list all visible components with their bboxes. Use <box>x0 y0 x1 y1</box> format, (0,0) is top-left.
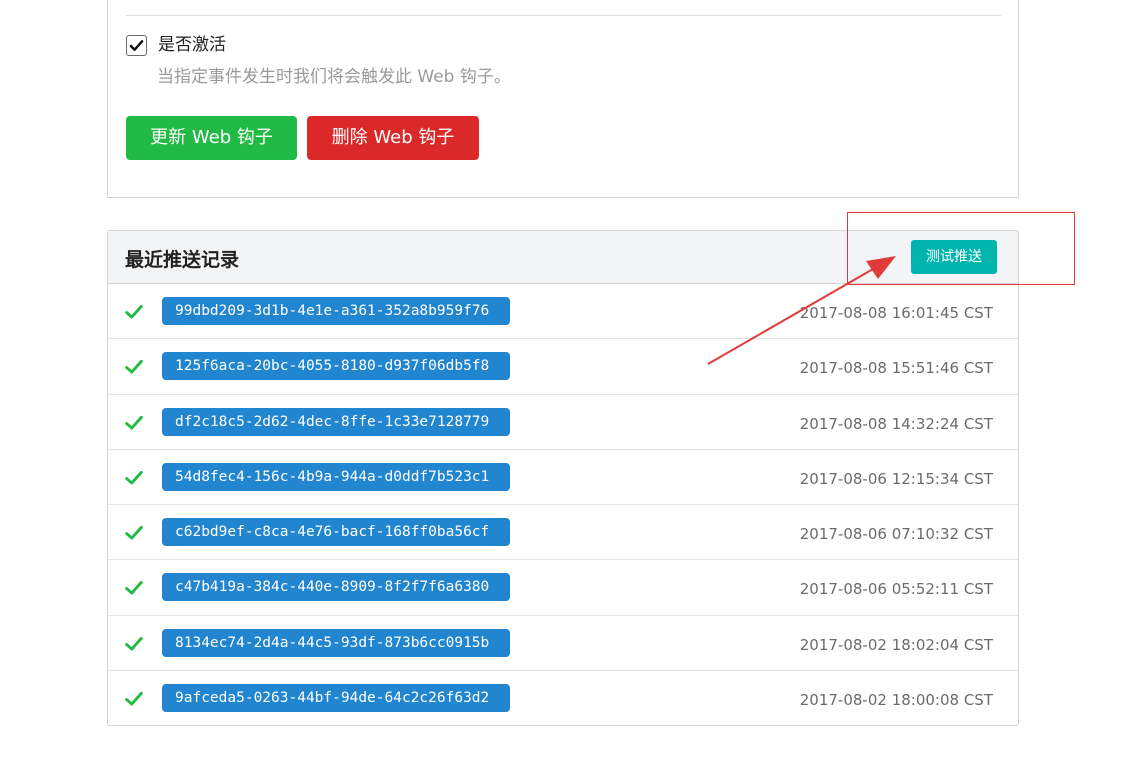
delete-webhook-button[interactable]: 删除 Web 钩子 <box>307 116 479 160</box>
active-label: 是否激活 <box>158 35 226 55</box>
check-icon <box>125 415 143 430</box>
update-webhook-button[interactable]: 更新 Web 钩子 <box>126 116 297 160</box>
check-icon <box>125 581 143 596</box>
deliveries-title: 最近推送记录 <box>125 249 240 271</box>
delivery-uuid-label[interactable]: 8134ec74-2d4a-44c5-93df-873b6cc0915b <box>162 628 510 657</box>
webhook-settings-panel <box>107 0 1019 198</box>
delivery-time: 2017-08-02 18:00:08 CST <box>799 691 993 710</box>
delivery-row: c62bd9ef-c8ca-4e76-bacf-168ff0ba56cf 2017… <box>108 505 1018 561</box>
delivery-row: 125f6aca-20bc-4055-8180-d937f06db5f8 2017… <box>108 339 1018 395</box>
check-icon <box>125 526 143 540</box>
delivery-uuid-label[interactable]: c47b419a-384c-440e-8909-8f2f7f6a6380 <box>162 573 510 602</box>
check-icon <box>125 636 143 651</box>
delivery-time: 2017-08-08 14:32:24 CST <box>799 414 993 433</box>
delivery-uuid-label[interactable]: 54d8fec4-156c-4b9a-944a-d0ddf7b523c1 <box>162 462 510 491</box>
delivery-time: 2017-08-06 07:10:32 CST <box>799 525 993 544</box>
check-icon <box>125 360 143 374</box>
delivery-time: 2017-08-08 15:51:46 CST <box>799 359 993 378</box>
check-icon <box>125 304 143 319</box>
check-icon <box>125 691 143 706</box>
delivery-uuid-label[interactable]: 99dbd209-3d1b-4e1e-a361-352a8b959f76 <box>162 297 510 325</box>
delivery-time: 2017-08-06 12:15:34 CST <box>799 469 993 488</box>
delivery-row: 99dbd209-3d1b-4e1e-a361-352a8b959f76 2017… <box>108 284 1018 340</box>
checkmark-icon <box>129 40 144 51</box>
delivery-row: 54d8fec4-156c-4b9a-944a-d0ddf7b523c1 2017… <box>108 450 1018 506</box>
check-icon <box>125 470 143 485</box>
webhook-settings-page: 是否激活 当指定事件发生时我们将会触发此 Web 钩子。 更新 Web 钩子 删… <box>0 0 1124 766</box>
delivery-uuid-label[interactable]: 125f6aca-20bc-4055-8180-d937f06db5f8 <box>162 352 510 381</box>
deliveries-header: 最近推送记录 测试推送 <box>108 231 1018 284</box>
delivery-row: c47b419a-384c-440e-8909-8f2f7f6a6380 2017… <box>108 560 1018 616</box>
delivery-row: df2c18c5-2d62-4dec-8ffe-1c33e7128779 2017… <box>108 395 1018 450</box>
delivery-uuid-label[interactable]: df2c18c5-2d62-4dec-8ffe-1c33e7128779 <box>162 407 510 436</box>
delivery-time: 2017-08-06 05:52:11 CST <box>799 580 993 599</box>
delivery-uuid-label[interactable]: 9afceda5-0263-44bf-94de-64c2c26f63d2 <box>162 684 510 713</box>
delivery-list: 99dbd209-3d1b-4e1e-a361-352a8b959f76 2017… <box>108 284 1018 725</box>
active-help-text: 当指定事件发生时我们将会触发此 Web 钩子。 <box>157 67 511 87</box>
active-checkbox[interactable] <box>126 35 147 56</box>
test-delivery-button[interactable]: 测试推送 <box>911 240 997 274</box>
recent-deliveries-panel: 最近推送记录 测试推送 99dbd209-3d1b-4e1e-a361-352a… <box>107 230 1019 726</box>
delivery-row: 8134ec74-2d4a-44c5-93df-873b6cc0915b 2017… <box>108 616 1018 672</box>
delivery-uuid-label[interactable]: c62bd9ef-c8ca-4e76-bacf-168ff0ba56cf <box>162 518 510 547</box>
delivery-time: 2017-08-08 16:01:45 CST <box>799 304 993 322</box>
settings-divider <box>126 15 1001 16</box>
delivery-row: 9afceda5-0263-44bf-94de-64c2c26f63d2 2017… <box>108 671 1018 725</box>
delivery-time: 2017-08-02 18:02:04 CST <box>799 635 993 654</box>
